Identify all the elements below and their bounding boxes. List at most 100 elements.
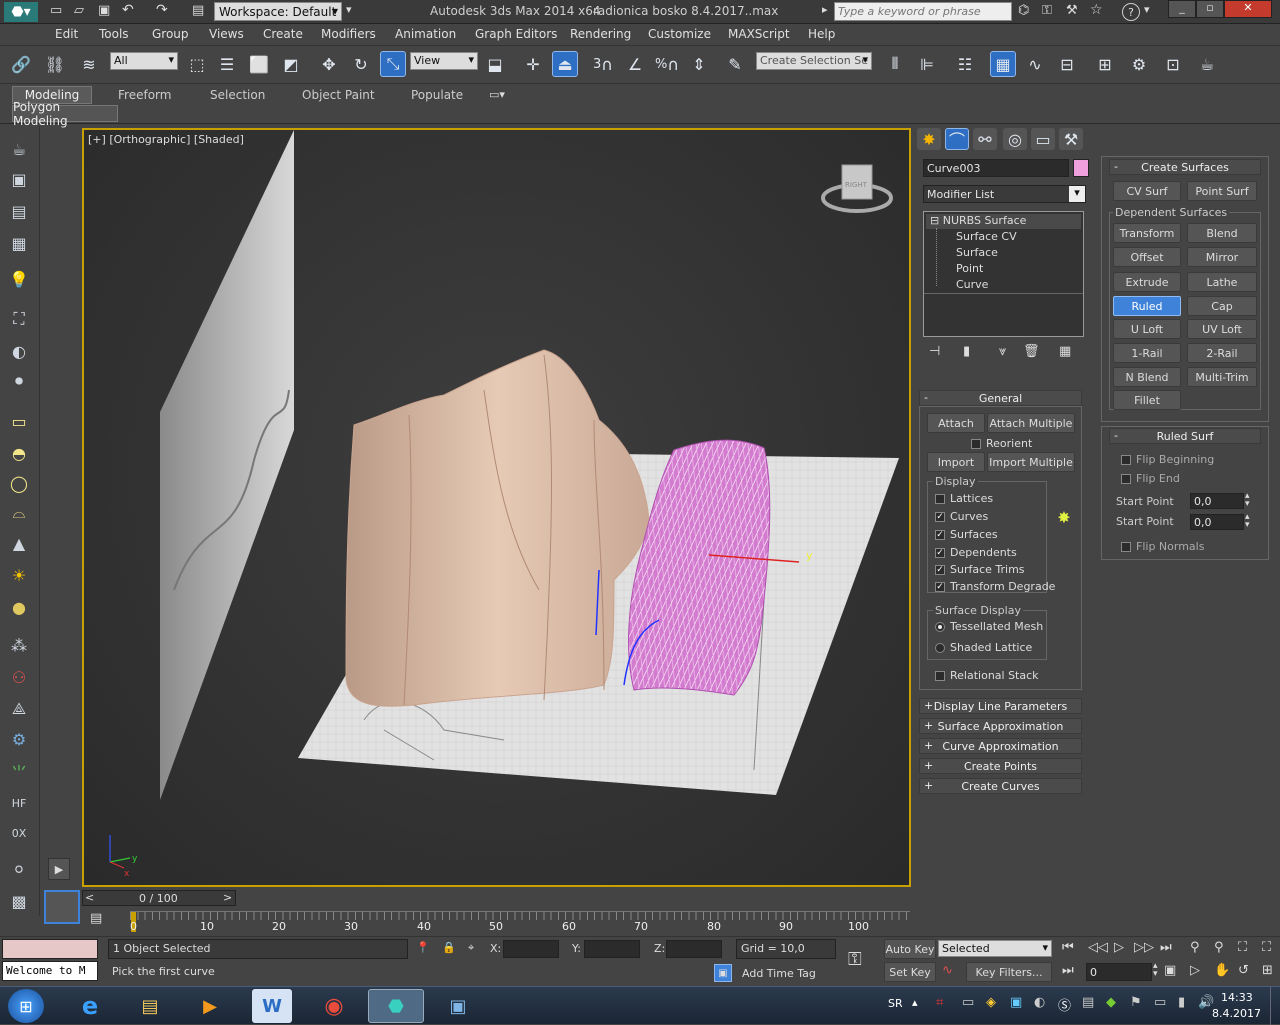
layer-manager-icon[interactable]: ☷ [952,51,978,77]
isolate-selection-icon[interactable]: 📍 [416,941,430,954]
key-mode-dropdown[interactable]: Selected ▾ [938,940,1052,957]
redo-icon[interactable]: ↷ [156,2,168,18]
new-file-icon[interactable]: ▭ [50,3,62,18]
track-bar[interactable] [130,911,910,932]
menu-modifiers[interactable]: Modifiers [321,27,376,41]
render-setup-icon[interactable]: ⚙ [1126,51,1152,77]
list-icon[interactable]: ▤ [6,198,32,224]
render-frame-icon[interactable]: ⊡ [1160,51,1186,77]
fillet-button[interactable]: Fillet [1113,390,1181,410]
ribbon-tab-selection[interactable]: Selection [210,88,265,102]
show-desktop-button[interactable] [1270,987,1280,1025]
extrude-surf-button[interactable]: Extrude [1113,272,1181,292]
rect-selection-icon[interactable]: ⬜ [246,51,272,77]
modifier-stack[interactable]: ⊟ NURBS Surface Surface CV Surface Point… [923,211,1084,337]
hair-fur-icon[interactable]: HF [6,790,32,816]
sphere-white-icon[interactable]: ⚪ [6,856,32,882]
maxscript-mini-listener-pink[interactable] [2,939,98,959]
add-time-tag[interactable]: Add Time Tag [742,967,816,980]
mini-curve-editor-icon[interactable]: ▤ [90,911,102,926]
go-to-start-icon[interactable]: ⏮ [1062,940,1074,955]
menu-group[interactable]: Group [152,27,189,41]
basket-icon[interactable]: ⌓ [6,500,32,526]
key-tangent-icon[interactable]: ∿ [942,963,953,978]
current-frame-spinner-icon[interactable]: ▴ ▾ [1153,962,1158,979]
transform-surf-button[interactable]: Transform [1113,223,1181,243]
bind-space-warp-icon[interactable]: ≋ [76,51,102,77]
menu-animation[interactable]: Animation [395,27,456,41]
project-folder-icon[interactable]: ▤ [192,3,204,18]
pyramid-icon[interactable]: ⟁ [6,696,32,722]
blend-surf-button[interactable]: Blend [1187,223,1257,243]
two-rail-button[interactable]: 2-Rail [1187,343,1257,363]
media-player-icon[interactable]: ▶ [182,989,238,1023]
u-loft-button[interactable]: U Loft [1113,319,1181,339]
multi-trim-button[interactable]: Multi-Trim [1187,367,1257,387]
set-key-button[interactable]: Set Key [884,962,936,982]
modifier-list-dropdown[interactable]: Modifier List ▾ [923,185,1086,203]
grid-icon[interactable]: ▩ [6,888,32,914]
flip-normals-checkbox[interactable]: Flip Normals [1121,540,1204,553]
ribbon-tab-freeform[interactable]: Freeform [118,88,171,102]
create-surfaces-header[interactable]: - Create Surfaces [1109,159,1261,175]
mirror-icon[interactable]: ⫴ [882,51,908,77]
tray-drive-icon[interactable]: ▭ [962,995,974,1010]
flip-beginning-checkbox[interactable]: Flip Beginning [1121,453,1214,466]
file-explorer-icon[interactable]: ▤ [122,989,178,1023]
molecule-icon[interactable]: ⚇ [6,664,32,690]
ribbon-tab-populate[interactable]: Populate [411,88,463,102]
search-input[interactable] [834,2,1012,21]
key-mode-toggle-icon[interactable]: ⏭ [1062,963,1074,978]
table-icon[interactable]: ▦ [6,230,32,256]
help-icon[interactable]: ? [1122,3,1140,21]
y-coord-field[interactable] [584,940,640,958]
motion-tab-icon[interactable]: ◎ [1003,128,1027,150]
rollout-display-line-parameters[interactable]: + Display Line Parameters [919,698,1082,714]
hemisphere-icon[interactable]: ◓ [6,440,32,466]
select-manipulate-icon[interactable]: ✛ [520,51,546,77]
word-icon[interactable]: W [252,989,292,1023]
stack-expand-icon[interactable]: ⊟ [930,214,943,227]
utilities-tab-icon[interactable]: ⚒ [1059,128,1083,150]
rollout-general-header[interactable]: - General [919,390,1082,406]
hierarchy-tab-icon[interactable]: ⚯ [973,128,997,150]
current-frame-field[interactable] [1086,963,1152,981]
zoom-extents-icon[interactable]: ⛶ [1238,940,1247,955]
schematic-view-icon[interactable]: ⊟ [1054,51,1080,77]
configure-sets-icon[interactable]: ▦ [1059,344,1071,359]
unlink-icon[interactable]: ⛓ [42,51,68,77]
scale-icon[interactable]: ⤡ [380,51,406,77]
start-point-1-field[interactable] [1190,493,1244,509]
object-color-swatch[interactable] [1073,159,1089,177]
open-file-icon[interactable]: ▱ [74,3,84,18]
zoom-extents-all-icon[interactable]: ⛶ [1262,940,1271,955]
select-object-icon[interactable]: ⬚ [184,51,210,77]
tray-security-icon[interactable]: Ⓢ [1058,995,1071,1014]
curve-editor-icon[interactable]: ∿ [1022,51,1048,77]
search-arrow-icon[interactable]: ▸ [822,3,828,16]
particles-icon[interactable]: ⁂ [6,632,32,658]
time-slider-prev-icon[interactable]: < [85,891,94,904]
menu-create[interactable]: Create [263,27,303,41]
torus-icon[interactable]: ◯ [6,470,32,496]
rollout-create-curves[interactable]: + Create Curves [919,778,1082,794]
stack-item-point[interactable]: Point [956,262,983,275]
tray-adobe-icon[interactable]: ⌗ [936,995,943,1010]
window-crossing-icon[interactable]: ◩ [278,51,304,77]
make-unique-icon[interactable]: ⩔ [999,344,1006,359]
ribbon-subtab-polygon-modeling[interactable]: Polygon Modeling [12,100,118,128]
create-tab-sun-icon[interactable]: ✸ [917,128,941,150]
menu-customize[interactable]: Customize [648,27,711,41]
selection-lock-icon[interactable]: 🔒 [442,941,456,954]
minimize-button[interactable]: _ [1168,0,1196,18]
reference-coord-dropdown[interactable]: View ▾ [410,52,478,70]
stack-item-surface-cv[interactable]: Surface CV [956,230,1017,243]
clock-time[interactable]: 14:33 [1221,991,1253,1004]
point-surf-button[interactable]: Point Surf [1187,181,1257,201]
camera-icon[interactable]: ⛶ [6,306,32,332]
z-coord-field[interactable] [666,940,722,958]
next-frame-icon[interactable]: ▷▷ [1134,940,1154,955]
rollout-surface-approximation[interactable]: + Surface Approximation [919,718,1082,734]
offset-surf-button[interactable]: Offset [1113,247,1181,267]
remove-modifier-icon[interactable]: 🗑 [1023,344,1040,359]
